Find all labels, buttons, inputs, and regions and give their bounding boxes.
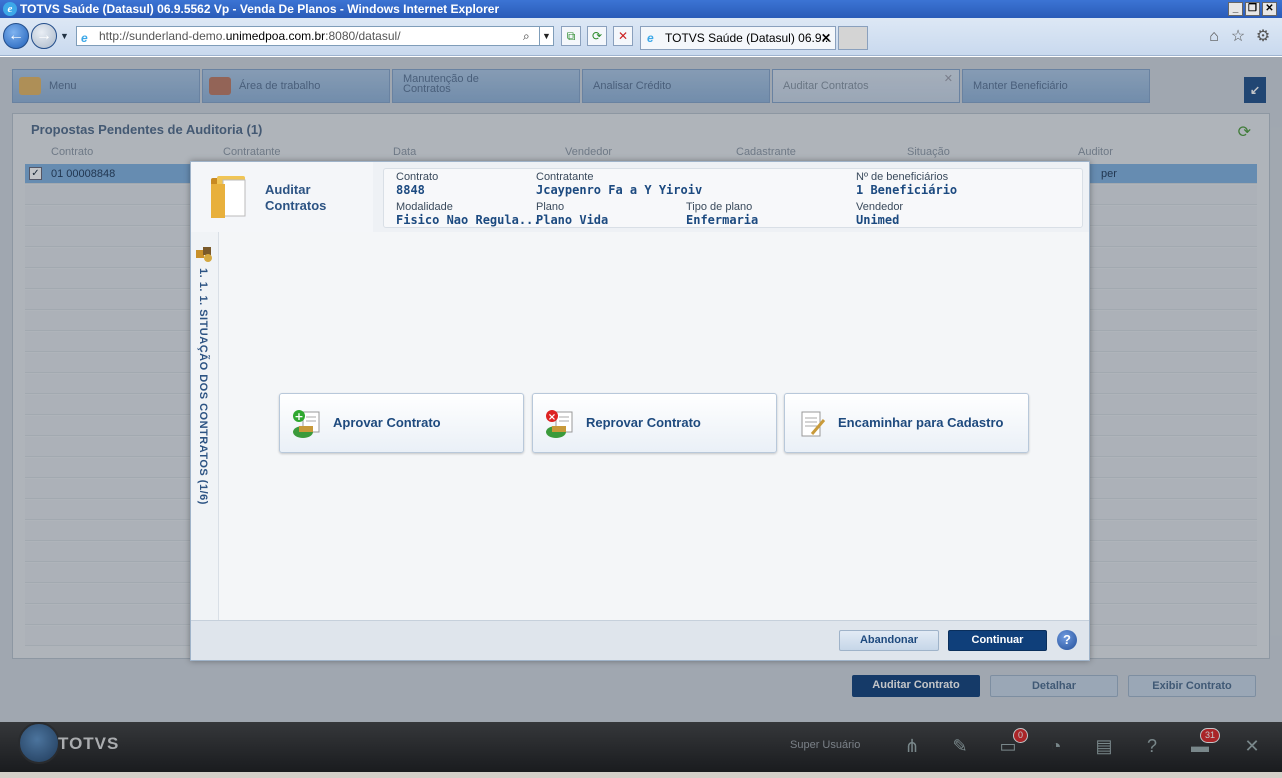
tipo-plano-label: Tipo de plano <box>686 201 753 213</box>
contrato-value: 8848 <box>396 183 425 197</box>
approve-icon: + <box>293 410 320 438</box>
compatibility-icon[interactable]: ⧉ <box>561 26 581 46</box>
window-title: TOTVS Saúde (Datasul) 06.9.5562 Vp - Ven… <box>20 2 500 16</box>
folder-icon <box>211 176 246 218</box>
step-label: 1. 1. 1. SITUAÇÃO DOS CONTRATOS (1/6) <box>197 268 209 505</box>
contratante-label: Contratante <box>536 171 594 183</box>
address-dropdown-icon[interactable]: ▼ <box>539 27 553 45</box>
step-sidebar[interactable]: 1. 1. 1. SITUAÇÃO DOS CONTRATOS (1/6) <box>191 232 219 622</box>
status-bar <box>0 772 1282 778</box>
gear-icon[interactable]: ⚙ <box>1254 28 1272 46</box>
dialog-footer: Abandonar Continuar ? <box>191 620 1089 660</box>
window-title-bar: e TOTVS Saúde (Datasul) 06.9.5562 Vp - V… <box>0 0 1282 18</box>
stop-icon[interactable]: ✕ <box>613 26 633 46</box>
history-dropdown-icon[interactable]: ▼ <box>60 31 69 41</box>
vendedor-value: Unimed <box>856 213 900 227</box>
new-tab-button[interactable] <box>838 26 868 50</box>
tab-close-icon[interactable]: ✕ <box>821 27 831 49</box>
aprovar-contrato-button[interactable]: + Aprovar Contrato <box>279 393 524 453</box>
browser-tab[interactable]: e TOTVS Saúde (Datasul) 06.9... ✕ <box>640 26 836 50</box>
plano-label: Plano <box>536 201 565 213</box>
close-window-icon[interactable]: ✕ <box>1262 2 1277 16</box>
back-icon[interactable]: ← <box>3 23 29 49</box>
help-icon[interactable]: ? <box>1057 630 1077 650</box>
restore-icon[interactable]: ❐ <box>1245 2 1260 16</box>
address-prefix: http://sunderland-demo. <box>99 29 226 43</box>
home-icon[interactable]: ⌂ <box>1205 28 1223 46</box>
page-icon: e <box>81 31 88 45</box>
tipo-plano-value: Enfermaria <box>686 213 759 227</box>
contratante-value: Jcaypenro Fa a Y Yiroiv <box>536 183 703 197</box>
svg-text:+: + <box>294 410 303 423</box>
search-icon[interactable]: ⌕ <box>523 27 530 45</box>
puzzle-icon <box>196 247 212 262</box>
contrato-label: Contrato <box>396 171 439 183</box>
minimize-icon[interactable]: _ <box>1228 2 1243 16</box>
address-bar[interactable]: e http://sunderland-demo.unimedpoa.com.b… <box>76 26 554 46</box>
continuar-button[interactable]: Continuar <box>948 630 1047 651</box>
beneficiarios-label: Nº de beneficiários <box>856 171 949 183</box>
forward-icon[interactable]: → <box>31 23 57 49</box>
svg-text:×: × <box>548 412 556 423</box>
aprovar-label: Aprovar Contrato <box>333 415 441 430</box>
address-suffix: :8080/datasul/ <box>325 29 401 43</box>
browser-tab-label: TOTVS Saúde (Datasul) 06.9... <box>665 31 832 45</box>
modalidade-label: Modalidade <box>396 201 453 213</box>
encaminhar-cadastro-button[interactable]: Encaminhar para Cadastro <box>784 393 1029 453</box>
auditar-contratos-dialog: Auditar Contratos Contrato 8848 Contrata… <box>190 161 1090 661</box>
dialog-title: Auditar Contratos <box>265 182 327 213</box>
reprovar-contrato-button[interactable]: × Reprovar Contrato <box>532 393 777 453</box>
vendedor-label: Vendedor <box>856 201 904 213</box>
reprovar-label: Reprovar Contrato <box>586 415 701 430</box>
ie-logo-icon: e <box>3 2 17 16</box>
address-domain: unimedpoa.com.br <box>225 29 326 43</box>
reject-icon: × <box>546 410 573 438</box>
plano-value: Plano Vida <box>536 213 609 227</box>
refresh-icon[interactable]: ⟳ <box>587 26 607 46</box>
modalidade-value: Fisico Nao Regula... <box>396 213 541 227</box>
favorites-icon[interactable]: ☆ <box>1229 28 1247 46</box>
contract-info: Contrato 8848 Contratante Jcaypenro Fa a… <box>383 168 1083 228</box>
encaminhar-label: Encaminhar para Cadastro <box>838 415 1004 430</box>
document-edit-icon <box>801 411 826 437</box>
beneficiarios-value: 1 Beneficiário <box>856 183 958 197</box>
tab-ie-icon: e <box>647 31 654 45</box>
abandonar-button[interactable]: Abandonar <box>839 630 939 651</box>
browser-toolbar: ← → ▼ e http://sunderland-demo.unimedpoa… <box>0 18 1282 56</box>
dialog-header: Auditar Contratos <box>191 162 373 232</box>
